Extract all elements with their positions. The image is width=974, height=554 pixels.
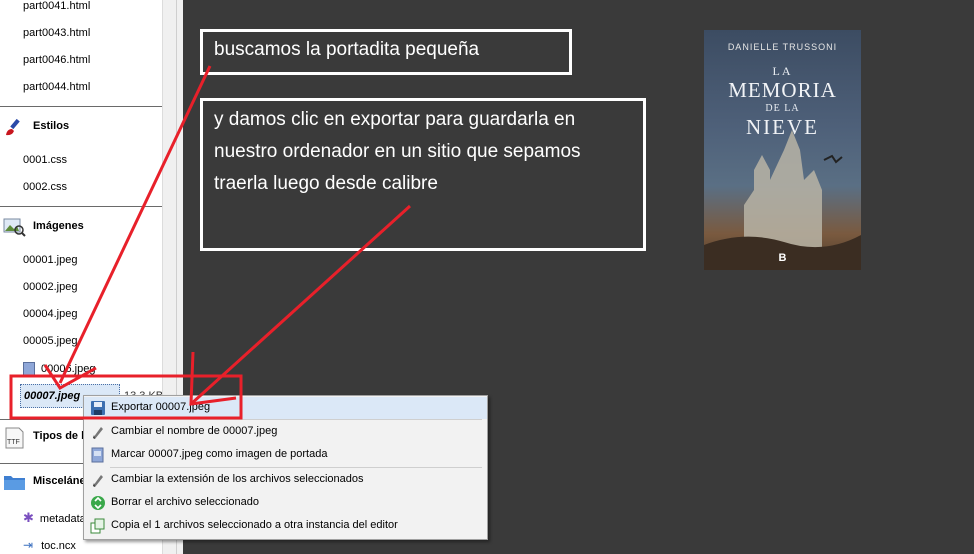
file-toc-ncx[interactable]: ⇥ toc.ncx <box>23 538 76 552</box>
section-divider <box>0 206 162 207</box>
file-00005-jpeg[interactable]: 00005.jpeg <box>23 335 77 347</box>
toc-icon: ⇥ <box>23 538 34 552</box>
section-header-images[interactable]: Imágenes <box>0 215 162 239</box>
rename-pen-icon <box>90 424 106 440</box>
image-file-icon <box>23 362 35 376</box>
file-label: toc.ncx <box>41 540 76 552</box>
image-icon <box>90 447 106 463</box>
menu-item-label: Copia el 1 archivos seleccionado a otra … <box>111 519 398 531</box>
brush-icon <box>3 117 27 137</box>
menu-item-delete[interactable]: Borrar el archivo seleccionado <box>84 492 487 514</box>
recycle-icon <box>90 495 106 511</box>
section-header-styles[interactable]: Estilos <box>0 115 162 139</box>
file-part0043[interactable]: part0043.html <box>23 27 90 39</box>
image-search-icon <box>3 217 27 237</box>
annotation-note-1: buscamos la portadita pequeña <box>200 29 572 75</box>
file-00001-jpeg[interactable]: 00001.jpeg <box>23 254 77 266</box>
ttf-font-icon: TTF <box>3 427 27 449</box>
folder-icon <box>3 472 27 492</box>
menu-item-copy-to-instance[interactable]: Copia el 1 archivos seleccionado a otra … <box>84 515 487 537</box>
section-label-images: Imágenes <box>33 220 84 232</box>
menu-item-export[interactable]: Exportar 00007.jpeg <box>84 397 487 419</box>
cover-title-memoria: MEMORIA <box>728 78 837 102</box>
menu-item-label: Exportar 00007.jpeg <box>111 401 211 413</box>
svg-text:TTF: TTF <box>7 439 20 446</box>
cover-title-dela: DE LA <box>765 103 800 114</box>
annotation-note-2: y damos clic en exportar para guardarla … <box>200 98 646 251</box>
menu-item-label: Cambiar la extensión de los archivos sel… <box>111 473 364 485</box>
rename-pen-icon <box>90 472 106 488</box>
file-0002-css[interactable]: 0002.css <box>23 181 67 193</box>
save-icon <box>90 400 106 416</box>
book-cover-preview: DANIELLE TRUSSONI LA MEMORIA DE LA NIEVE… <box>704 30 861 270</box>
section-label-styles: Estilos <box>33 120 70 132</box>
file-part0046[interactable]: part0046.html <box>23 54 90 66</box>
file-00006-jpeg[interactable]: 00006.jpeg <box>23 362 95 376</box>
file-00004-jpeg[interactable]: 00004.jpeg <box>23 308 77 320</box>
section-divider <box>0 106 162 107</box>
file-part0041[interactable]: part0041.html <box>23 0 90 12</box>
menu-item-label: Cambiar el nombre de 00007.jpeg <box>111 425 278 437</box>
menu-item-label: Marcar 00007.jpeg como imagen de portada <box>111 448 328 460</box>
cover-publisher-logo: B <box>778 252 787 264</box>
file-context-menu: Exportar 00007.jpeg Cambiar el nombre de… <box>83 395 488 540</box>
file-label: 00007.jpeg <box>24 390 81 402</box>
file-part0044[interactable]: part0044.html <box>23 81 90 93</box>
menu-item-label: Borrar el archivo seleccionado <box>111 496 259 508</box>
file-label: 00006.jpeg <box>41 362 96 375</box>
file-0001-css[interactable]: 0001.css <box>23 154 67 166</box>
menu-item-change-extension[interactable]: Cambiar la extensión de los archivos sel… <box>84 469 487 491</box>
menu-item-set-cover[interactable]: Marcar 00007.jpeg como imagen de portada <box>84 444 487 466</box>
copy-icon <box>90 518 106 534</box>
file-00002-jpeg[interactable]: 00002.jpeg <box>23 281 77 293</box>
menu-item-rename[interactable]: Cambiar el nombre de 00007.jpeg <box>84 421 487 443</box>
cover-title-nieve: NIEVE <box>746 115 819 139</box>
cover-author: DANIELLE TRUSSONI <box>727 42 838 52</box>
cover-title-la: LA <box>772 64 793 78</box>
metadata-icon: ✱ <box>23 510 34 525</box>
